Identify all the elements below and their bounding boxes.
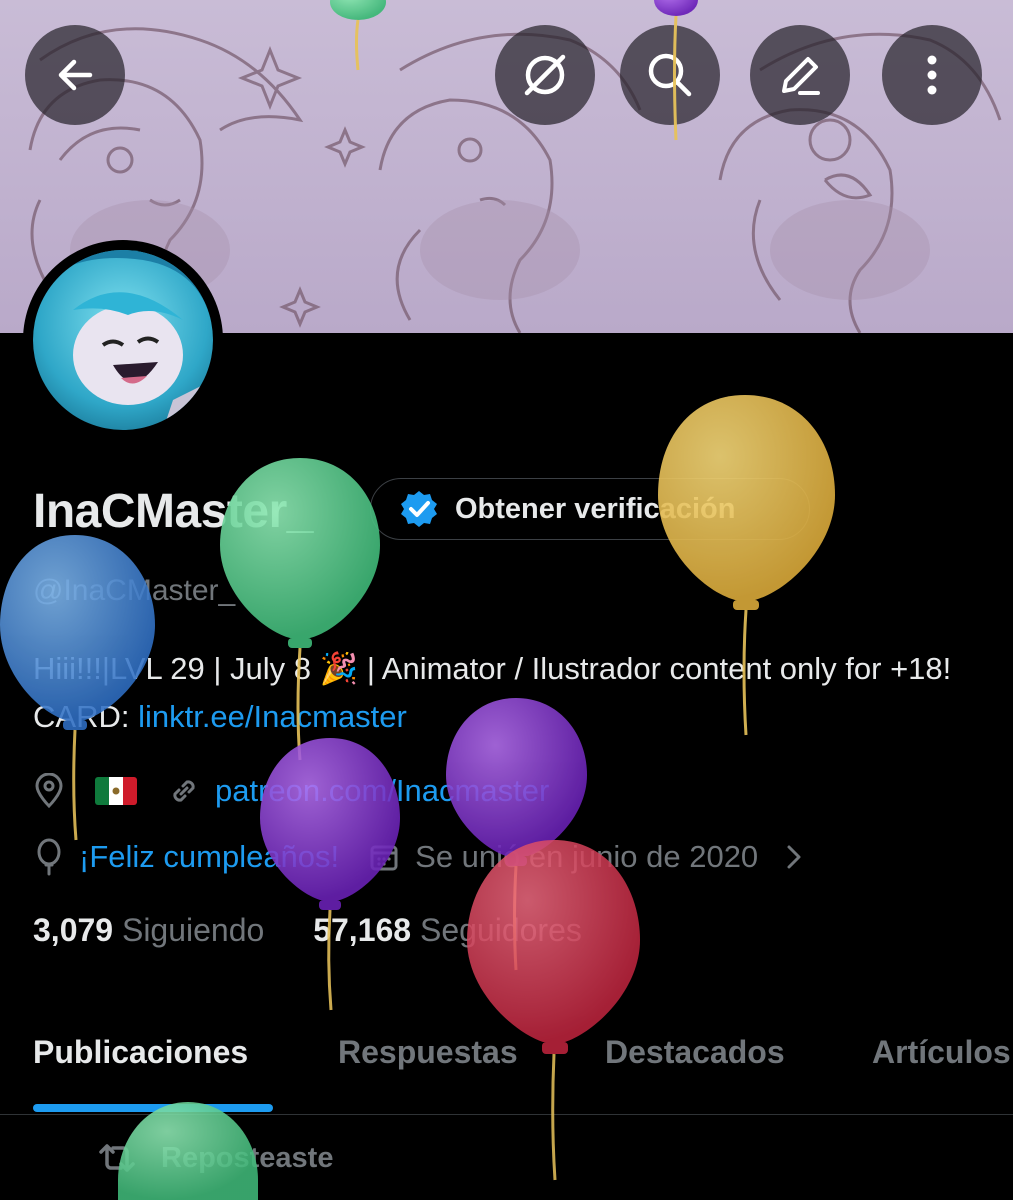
website-link[interactable]: patreon.com/Inacmaster xyxy=(215,773,549,809)
following-label: Siguiendo xyxy=(121,912,265,948)
display-name: InaCMaster_ xyxy=(33,485,313,538)
tab-respuestas[interactable]: Respuestas xyxy=(338,1034,518,1071)
repost-indicator: Reposteaste xyxy=(95,1140,333,1176)
location-pin-icon xyxy=(35,773,63,809)
followers-count: 57,168 xyxy=(313,912,412,948)
repost-label: Reposteaste xyxy=(161,1141,334,1174)
repost-icon xyxy=(99,1144,135,1172)
following-count: 3,079 xyxy=(33,912,114,948)
following-link[interactable]: 3,079 Siguiendo xyxy=(33,912,264,948)
birthday-joined-row: ¡Feliz cumpleaños! Se unió en junio de 2… xyxy=(33,838,806,876)
avatar[interactable] xyxy=(23,240,223,440)
location-website-row: patreon.com/Inacmaster xyxy=(33,773,549,809)
tab-publicaciones[interactable]: Publicaciones xyxy=(33,1034,248,1071)
arrow-left-icon xyxy=(58,59,93,91)
birthday-link[interactable]: ¡Feliz cumpleaños! xyxy=(79,839,339,875)
tab-articulos[interactable]: Artículos xyxy=(872,1034,1011,1071)
bio: Hiii!!!|LVL 29 | July 8 🎉 | Animator / I… xyxy=(33,645,993,741)
active-tab-indicator xyxy=(33,1104,273,1112)
balloon-icon xyxy=(37,838,61,876)
bio-link[interactable]: linktr.ee/Inacmaster xyxy=(138,699,407,734)
more-button[interactable] xyxy=(882,25,982,125)
followers-link[interactable]: 57,168 Seguidores xyxy=(313,912,582,948)
get-verified-button[interactable]: Obtener verificación xyxy=(370,478,810,540)
search-button[interactable] xyxy=(620,25,720,125)
tab-destacados[interactable]: Destacados xyxy=(605,1034,785,1071)
calendar-icon xyxy=(370,845,398,871)
edit-icon xyxy=(782,57,820,95)
balloon-red xyxy=(467,840,640,1181)
mexico-flag-icon xyxy=(95,777,137,805)
grok-button[interactable] xyxy=(495,25,595,125)
search-icon xyxy=(648,53,692,97)
get-verified-label: Obtener verificación xyxy=(455,492,736,525)
follow-stats: 3,079 Siguiendo 57,168 Seguidores xyxy=(33,912,582,949)
profile-tabs: Publicaciones Respuestas Destacados Artí… xyxy=(0,1030,1013,1115)
edit-button[interactable] xyxy=(750,25,850,125)
followers-label: Seguidores xyxy=(419,912,582,948)
back-button[interactable] xyxy=(25,25,125,125)
verified-badge-icon xyxy=(401,491,437,527)
avatar-image xyxy=(33,250,213,430)
more-vertical-icon xyxy=(927,55,937,95)
joined-date: Se unió en junio de 2020 xyxy=(415,839,759,874)
handle: @InaCMaster_ xyxy=(33,574,236,607)
grok-icon xyxy=(524,54,566,96)
chevron-right-icon[interactable] xyxy=(782,842,806,872)
link-icon xyxy=(173,780,195,802)
